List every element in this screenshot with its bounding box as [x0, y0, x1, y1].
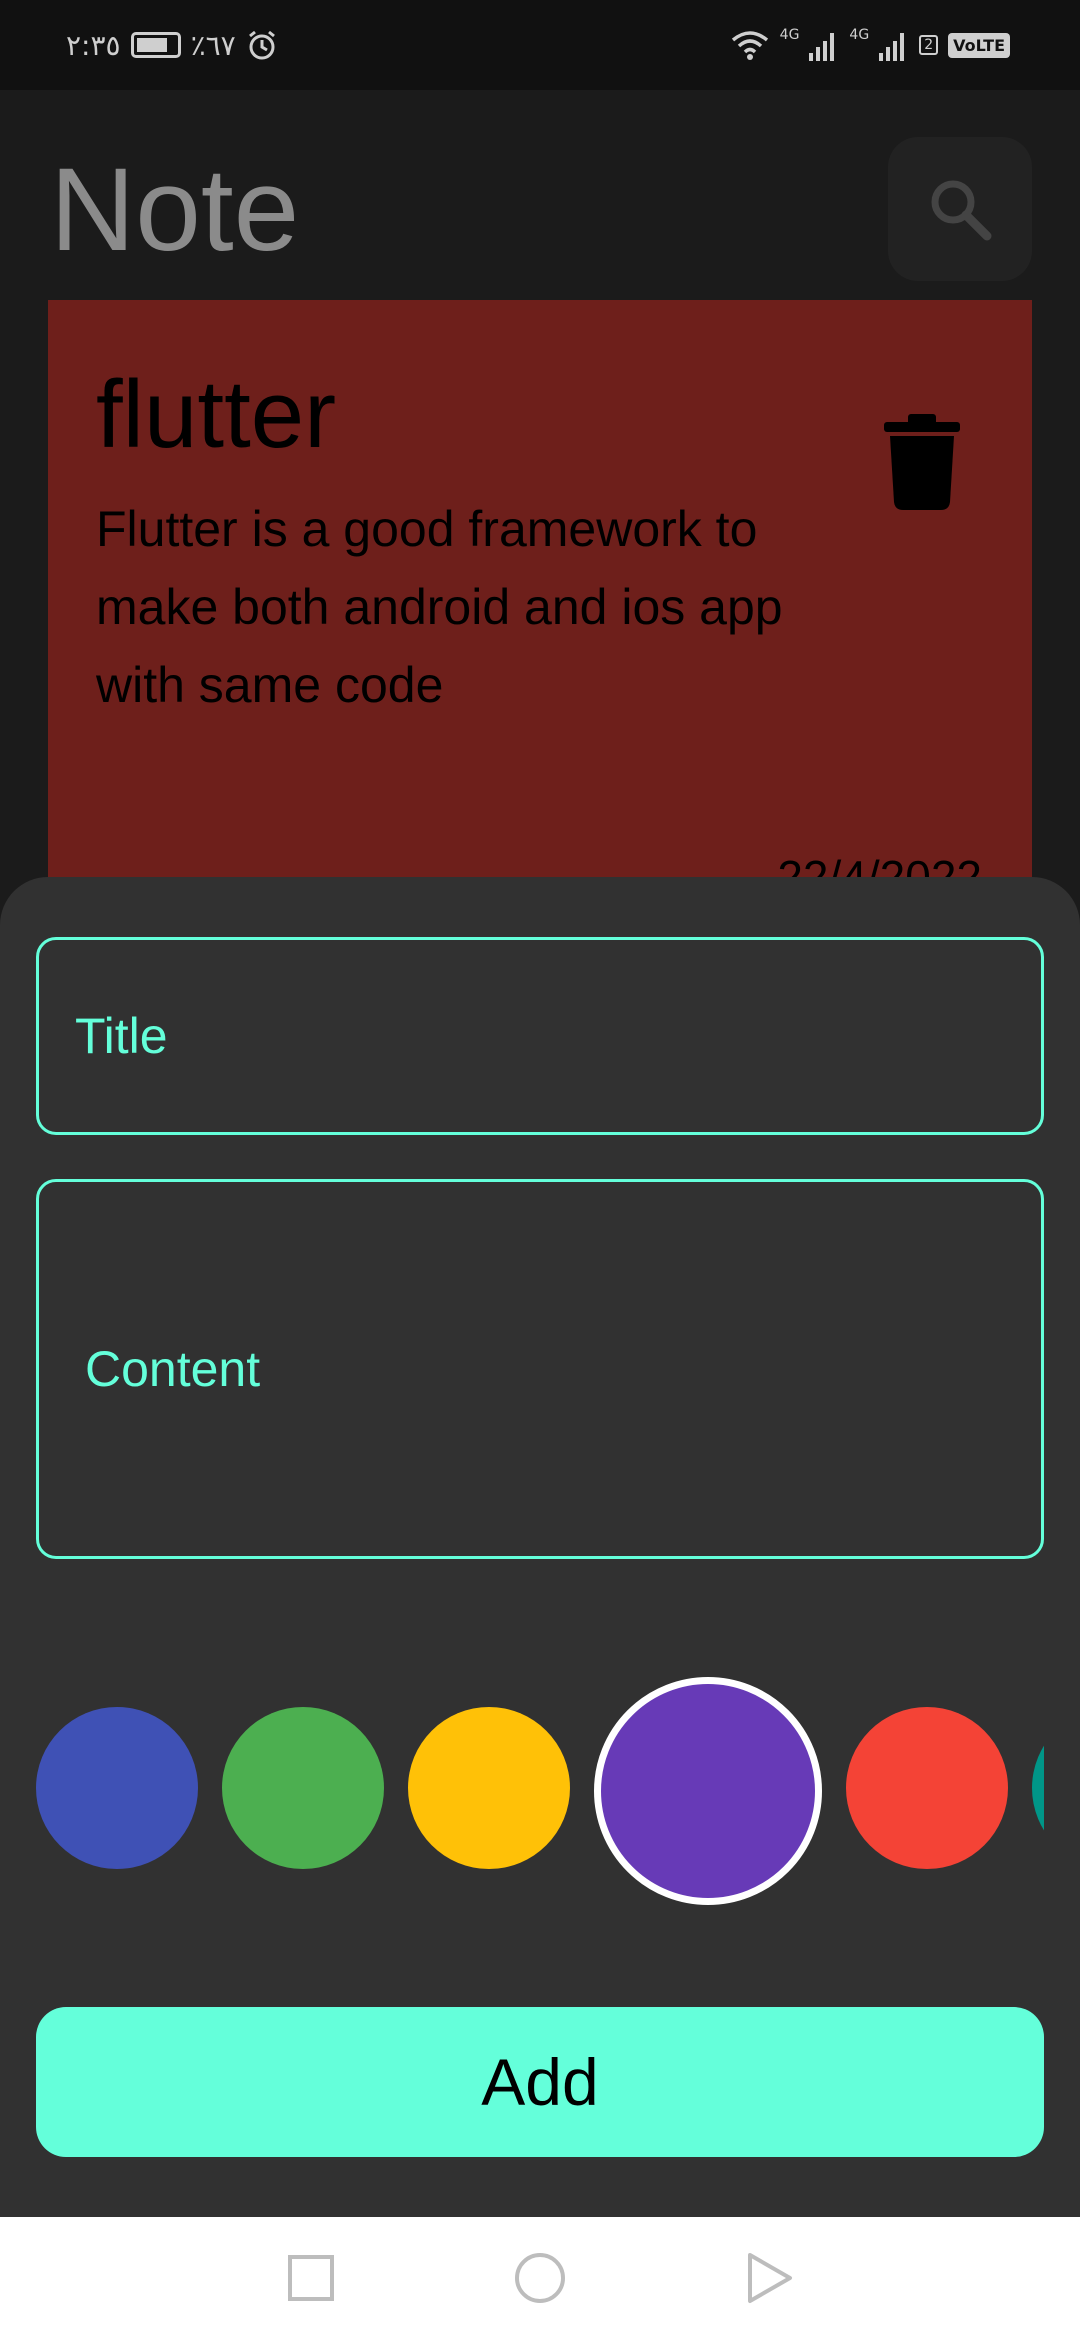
status-bar: ٢:٣٥ ٪٦٧ 4G 4G 2 VoLTE	[0, 0, 1080, 90]
battery-icon	[130, 32, 181, 58]
content-input[interactable]: Content	[36, 1179, 1044, 1559]
search-button[interactable]	[888, 137, 1032, 281]
alarm-icon	[248, 30, 275, 60]
status-time: ٢:٣٥	[66, 28, 121, 62]
note-title: flutter	[96, 361, 337, 468]
back-button[interactable]	[735, 2243, 805, 2313]
circle-icon	[515, 2253, 565, 2303]
content-placeholder: Content	[85, 1341, 261, 1397]
system-nav-bar	[0, 2217, 1080, 2340]
status-right: 4G 4G 2 VoLTE	[730, 24, 1010, 66]
color-swatch-red[interactable]	[846, 1707, 1008, 1869]
title-input[interactable]: Title	[36, 937, 1044, 1135]
color-swatch-purple-selected[interactable]	[594, 1677, 822, 1905]
note-card[interactable]: flutter Flutter is a good framework to m…	[48, 300, 1032, 920]
trash-icon	[884, 414, 960, 510]
color-picker	[36, 1667, 1044, 1907]
network-type-2: 4G	[849, 27, 870, 43]
volte-badge: VoLTE	[948, 32, 1010, 58]
signal-icon-1	[809, 33, 835, 61]
signal-icon-2	[879, 33, 905, 61]
add-note-sheet: Title Content Add	[0, 877, 1080, 2217]
battery-percent: ٪٦٧	[190, 28, 236, 62]
search-icon	[931, 180, 992, 241]
page-title: Note	[50, 144, 300, 276]
home-button[interactable]	[505, 2243, 575, 2313]
note-content: Flutter is a good framework to make both…	[96, 501, 783, 713]
color-swatch-blue[interactable]	[36, 1707, 198, 1869]
color-swatch-amber[interactable]	[408, 1707, 570, 1869]
title-placeholder: Title	[75, 1008, 168, 1064]
recents-button[interactable]	[276, 2243, 346, 2313]
add-button[interactable]: Add	[36, 2007, 1044, 2157]
sim-badge: 2	[919, 35, 939, 55]
square-icon	[288, 2255, 334, 2301]
color-swatch-green[interactable]	[222, 1707, 384, 1869]
network-type-1: 4G	[779, 27, 800, 43]
triangle-back-icon	[748, 2253, 792, 2303]
delete-button[interactable]	[884, 412, 960, 510]
wifi-icon	[731, 31, 768, 60]
color-swatch-teal[interactable]	[1032, 1707, 1044, 1869]
status-left: ٢:٣٥ ٪٦٧	[66, 24, 278, 66]
